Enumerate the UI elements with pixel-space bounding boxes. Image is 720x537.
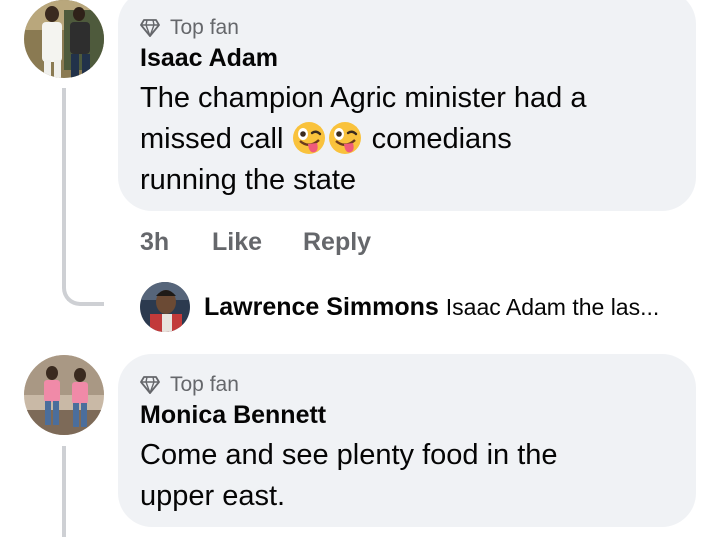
reply-text: Isaac Adam the las... [445,294,660,320]
comment-timestamp[interactable]: 3h [140,228,169,257]
comment-text-segment: missed call [140,123,284,155]
avatar[interactable] [24,355,104,435]
comment-text-line: running the state [140,164,357,196]
top-fan-badge: Top fan [140,373,239,397]
thread-line [62,446,66,537]
reply-author[interactable]: Lawrence Simmons [204,293,439,321]
top-fan-badge: Top fan [140,16,239,40]
diamond-icon [140,376,160,394]
comment-author[interactable]: Isaac Adam [140,44,278,73]
badge-label: Top fan [170,373,239,396]
thread-line [62,88,66,288]
thread-branch [62,284,104,306]
comment-author[interactable]: Monica Bennett [140,401,326,430]
reply-preview[interactable]: Lawrence Simmons Isaac Adam the las... [204,293,659,322]
comment-text-line: The champion Agric minister had a [140,82,587,114]
badge-label: Top fan [170,16,239,39]
comment-text-line: Come and see plenty food in the [140,439,558,471]
comment-text-line: upper east. [140,480,286,512]
comment-text-segment: comedians [371,123,512,155]
reply-avatar[interactable] [140,282,190,332]
avatar[interactable] [24,0,104,78]
reply-button[interactable]: Reply [303,228,371,257]
diamond-icon [140,19,160,37]
like-button[interactable]: Like [212,228,262,257]
